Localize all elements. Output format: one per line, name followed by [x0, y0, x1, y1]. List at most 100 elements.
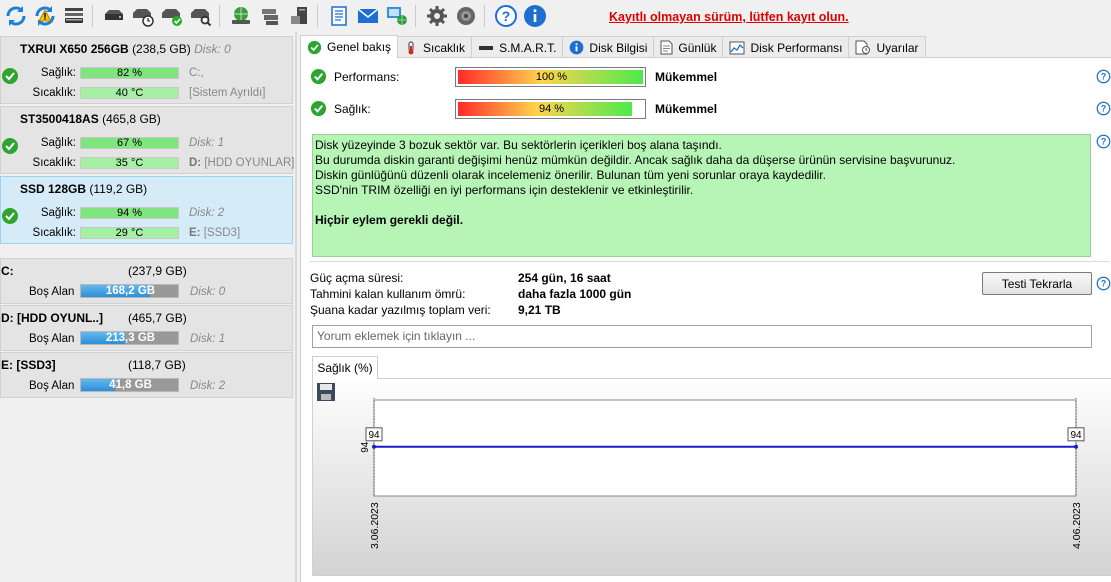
volume-item[interactable]: E: [SSD3] (118,7 GB) Boş Alan 41,8 GB Di…: [0, 352, 293, 398]
refresh-icon[interactable]: [2, 2, 29, 29]
help-icon[interactable]: ?: [1096, 101, 1111, 116]
check-circle-icon: [2, 208, 18, 224]
message-line: Disk yüzeyinde 3 bozuk sektör var. Bu se…: [315, 138, 722, 152]
svg-text:?: ?: [1101, 72, 1106, 82]
drive-extra-icon[interactable]: [285, 2, 312, 29]
volume-size: (118,7 GB): [128, 358, 186, 372]
drive-clock-icon[interactable]: [129, 2, 156, 29]
globe-drive-icon[interactable]: [227, 2, 254, 29]
comment-input[interactable]: Yorum eklemek için tıklayın ...: [312, 325, 1092, 348]
disk-item-selected[interactable]: SSD 128GB (119,2 GB) Sağlık: 94 % Disk: …: [0, 176, 293, 244]
disk-item[interactable]: ST3500418AS (465,8 GB) Sağlık: 67 % Disk…: [0, 106, 295, 174]
volume-item[interactable]: D: [HDD OYUNL..] (465,7 GB) Boş Alan 213…: [0, 305, 293, 351]
temperature-bar: 40 °C: [80, 87, 179, 99]
toolbar-separator: [219, 4, 220, 27]
volume-size: (465,7 GB): [128, 311, 187, 325]
total-written-label: Şuana kadar yazılmış toplam veri:: [310, 303, 491, 317]
health-bar: 67 %: [80, 137, 179, 149]
tab-overview[interactable]: Genel bakış: [300, 35, 399, 58]
log-page-icon: [660, 40, 673, 55]
check-circle-icon: [2, 68, 18, 84]
data-label: 94: [368, 430, 380, 441]
notes-icon[interactable]: [325, 2, 352, 29]
health-label: Sağlık:: [40, 67, 76, 79]
help-icon[interactable]: ?: [1096, 134, 1111, 149]
tab-alerts[interactable]: Uyarılar: [848, 36, 926, 58]
info-icon: [570, 40, 584, 55]
drive-list-icon[interactable]: [60, 2, 87, 29]
tab-disk-performance[interactable]: Disk Performansı: [722, 36, 850, 58]
plot-area: [373, 399, 1077, 497]
health-label: Sağlık:: [40, 137, 76, 149]
drive-stack-icon[interactable]: [256, 2, 283, 29]
panel-splitter[interactable]: [295, 31, 297, 582]
drive-icon[interactable]: [100, 2, 127, 29]
info-icon[interactable]: [521, 2, 548, 29]
toolbar-separator: [484, 4, 485, 27]
remaining-lifetime-value: daha fazla 1000 gün: [518, 287, 632, 301]
drive-letter: C:,: [189, 67, 204, 79]
disk-title: ST3500418AS (465,8 GB): [20, 112, 161, 126]
volume-item[interactable]: C: (237,9 GB) Boş Alan 168,2 GB Disk: 0: [0, 258, 293, 304]
temperature-bar: 35 °C: [80, 157, 179, 169]
disk-title: TXRUI X650 256GB (238,5 GB) Disk: 0: [20, 42, 231, 56]
toolbar-separator: [317, 4, 318, 27]
volume-name: C:: [1, 264, 14, 278]
drive-check-icon[interactable]: [158, 2, 185, 29]
performance-chart-icon: [729, 41, 745, 54]
disk-title: SSD 128GB (119,2 GB): [20, 182, 148, 196]
mail-icon[interactable]: [354, 2, 381, 29]
y-axis-label: 94: [360, 441, 371, 453]
free-space-bar: 213,3 GB: [80, 331, 179, 345]
drive-search-icon[interactable]: [187, 2, 214, 29]
health-bar: 94 %: [80, 207, 179, 219]
speaker-icon[interactable]: [452, 2, 479, 29]
free-space-label: Boş Alan: [29, 380, 75, 392]
volume-size: (237,9 GB): [128, 264, 187, 278]
tab-log[interactable]: Günlük: [653, 36, 724, 58]
performance-label: Performans:: [334, 70, 400, 84]
health-label: Sağlık:: [40, 207, 76, 219]
disk-list-panel: TXRUI X650 256GB (238,5 GB) Disk: 0 Sağl…: [0, 36, 294, 582]
check-circle-icon: [307, 40, 322, 54]
drive-label: E: [SSD3]: [189, 227, 241, 239]
free-space-bar: 41,8 GB: [80, 378, 179, 392]
drive-label: D: [HDD OYUNLAR]: [189, 157, 295, 169]
refresh-warning-icon[interactable]: [31, 2, 58, 29]
free-space-label: Boş Alan: [29, 333, 75, 345]
help-icon[interactable]: ?: [492, 2, 519, 29]
overview-panel: Performans: 100 % Mükemmel ? Sağlık: 94 …: [300, 57, 1111, 582]
help-icon[interactable]: ?: [1096, 276, 1111, 291]
disk-number: Disk: 2: [189, 207, 225, 219]
settings-icon[interactable]: [423, 2, 450, 29]
disk-item[interactable]: TXRUI X650 256GB (238,5 GB) Disk: 0 Sağl…: [0, 36, 293, 104]
drive-bar-icon: [479, 45, 494, 50]
tab-bar: Genel bakış Sıcaklık S.M.A.R.T. Disk Bil…: [300, 35, 926, 58]
tab-label: Günlük: [678, 40, 717, 55]
network-monitor-icon[interactable]: [383, 2, 410, 29]
performance-value: 100 %: [535, 71, 568, 83]
remaining-lifetime-label: Tahmini kalan kullanım ömrü:: [310, 287, 466, 301]
tab-disk-info[interactable]: Disk Bilgisi: [562, 36, 655, 58]
register-link[interactable]: Kayıtlı olmayan sürüm, lütfen kayıt olun…: [609, 10, 849, 24]
retest-button[interactable]: Testi Tekrarla: [982, 272, 1092, 295]
tab-health-graph[interactable]: Sağlık (%): [312, 356, 378, 379]
status-message-box: Disk yüzeyinde 3 bozuk sektör var. Bu se…: [312, 134, 1091, 257]
free-space-value: 168,2 GB: [105, 285, 156, 297]
temperature-bar: 29 °C: [80, 227, 179, 239]
free-space-value: 41,8 GB: [109, 379, 152, 391]
health-chart: 94 94943.06.2023 4.06.2023: [360, 398, 1085, 549]
svg-text:?: ?: [1101, 137, 1106, 147]
toolbar-separator: [92, 4, 93, 27]
disk-number: Disk: 1: [190, 333, 226, 345]
disk-number: Disk: 1: [189, 137, 225, 149]
temperature-label: Sıcaklık:: [32, 157, 76, 169]
help-icon[interactable]: ?: [1096, 69, 1111, 84]
tab-smart[interactable]: S.M.A.R.T.: [471, 36, 564, 58]
health-row: Sağlık: 94 % Mükemmel: [310, 99, 1110, 119]
tab-temperature[interactable]: Sıcaklık: [397, 36, 473, 58]
health-bar: 94 %: [455, 99, 646, 119]
health-value: 94 %: [538, 103, 565, 115]
check-circle-icon: [310, 100, 327, 117]
data-label: 94: [1070, 430, 1082, 441]
